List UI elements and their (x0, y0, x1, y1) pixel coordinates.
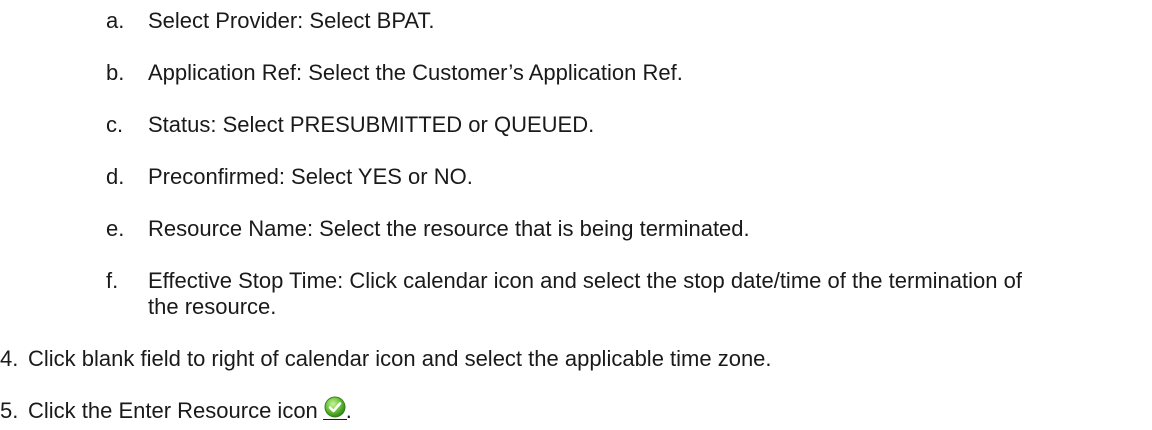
sub-step-text: Select Provider: Select BPAT. (148, 8, 435, 33)
sub-step-text: Application Ref: Select the Customer’s A… (148, 60, 683, 85)
sub-step-marker: e. (106, 216, 125, 241)
sub-step-marker: f. (106, 268, 119, 293)
step-4: 4. Click blank field to right of calenda… (0, 346, 772, 372)
sub-step-b: b. Application Ref: Select the Customer’… (106, 60, 683, 86)
step-marker: 4. (0, 346, 19, 371)
sub-step-e: e. Resource Name: Select the resource th… (106, 216, 750, 242)
sub-step-marker: b. (106, 60, 125, 85)
sub-step-f: f. Effective Stop Time: Click calendar i… (106, 268, 1038, 320)
sub-step-c: c. Status: Select PRESUBMITTED or QUEUED… (106, 112, 594, 138)
sub-step-d: d. Preconfirmed: Select YES or NO. (106, 164, 473, 190)
sub-step-text: Effective Stop Time: Click calendar icon… (148, 268, 1022, 319)
sub-step-marker: d. (106, 164, 125, 189)
sub-step-text: Preconfirmed: Select YES or NO. (148, 164, 473, 189)
step-marker: 5. (0, 398, 19, 423)
step-text: Click blank field to right of calendar i… (28, 346, 772, 371)
step-suffix: . (345, 398, 352, 423)
sub-step-a: a. Select Provider: Select BPAT. (106, 8, 435, 34)
sub-step-text: Status: Select PRESUBMITTED or QUEUED. (148, 112, 595, 137)
sub-step-marker: c. (106, 112, 124, 137)
sub-step-text: Resource Name: Select the resource that … (148, 216, 750, 241)
document-page: a. Select Provider: Select BPAT. b. Appl… (0, 0, 1152, 430)
step-text: Click the Enter Resource icon (28, 398, 318, 423)
step-5: 5. Click the Enter Resource icon . (0, 396, 352, 424)
sub-step-marker: a. (106, 8, 125, 33)
enter-resource-check-icon (322, 396, 347, 420)
